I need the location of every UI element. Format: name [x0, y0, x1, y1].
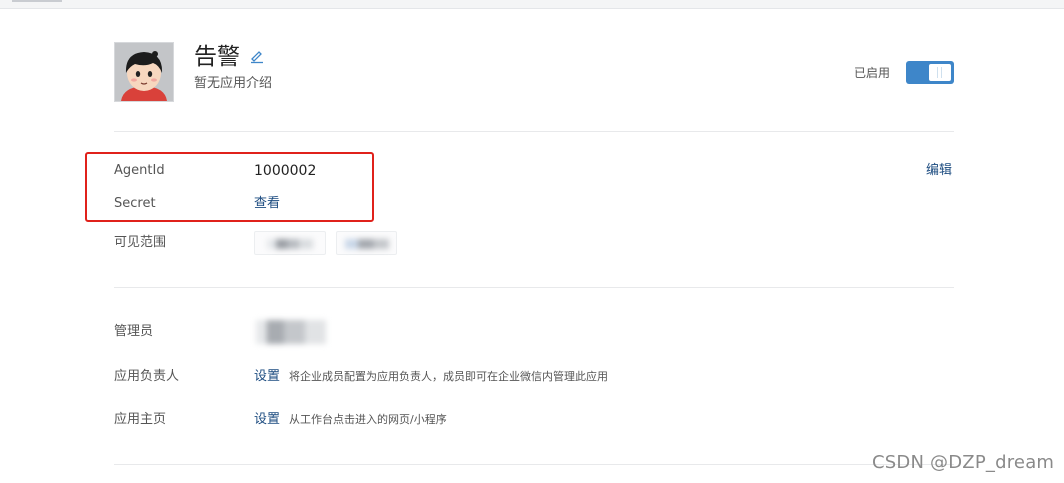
edit-link[interactable]: 编辑	[926, 162, 952, 180]
cartoon-avatar-icon	[115, 43, 173, 101]
app-description: 暂无应用介绍	[194, 76, 273, 91]
blurred-member-name	[345, 239, 389, 249]
visibility-member-chip[interactable]	[336, 231, 397, 255]
admin-label: 管理员	[114, 324, 154, 339]
section-divider	[114, 131, 954, 132]
app-avatar	[114, 42, 174, 102]
enable-toggle[interactable]	[906, 61, 954, 84]
app-name: 告警	[194, 44, 240, 70]
top-tab-indicator	[12, 0, 62, 2]
view-secret-link[interactable]: 查看	[254, 195, 280, 213]
homepage-hint: 从工作台点击进入的网页/小程序	[289, 413, 447, 426]
agentid-label: AgentId	[114, 163, 165, 178]
homepage-label: 应用主页	[114, 412, 167, 427]
blurred-admin-avatar	[256, 320, 326, 344]
homepage-settings-link[interactable]: 设置	[254, 411, 280, 429]
pencil-icon[interactable]	[249, 48, 265, 64]
section-divider	[114, 287, 954, 288]
secret-label: Secret	[114, 196, 156, 211]
visibility-label: 可见范围	[114, 235, 167, 250]
owner-hint: 将企业成员配置为应用负责人，成员即可在企业微信内管理此应用	[289, 370, 608, 383]
top-bar	[0, 0, 1064, 9]
owner-settings-link[interactable]: 设置	[254, 368, 280, 386]
owner-label: 应用负责人	[114, 369, 180, 384]
status-label: 已启用	[854, 66, 891, 80]
watermark: CSDN @DZP_dream	[872, 452, 1055, 473]
blurred-member-name	[267, 239, 313, 249]
agentid-value: 1000002	[254, 163, 317, 179]
visibility-member-chip[interactable]	[254, 231, 326, 255]
section-divider	[114, 464, 954, 465]
toggle-knob	[929, 64, 951, 81]
